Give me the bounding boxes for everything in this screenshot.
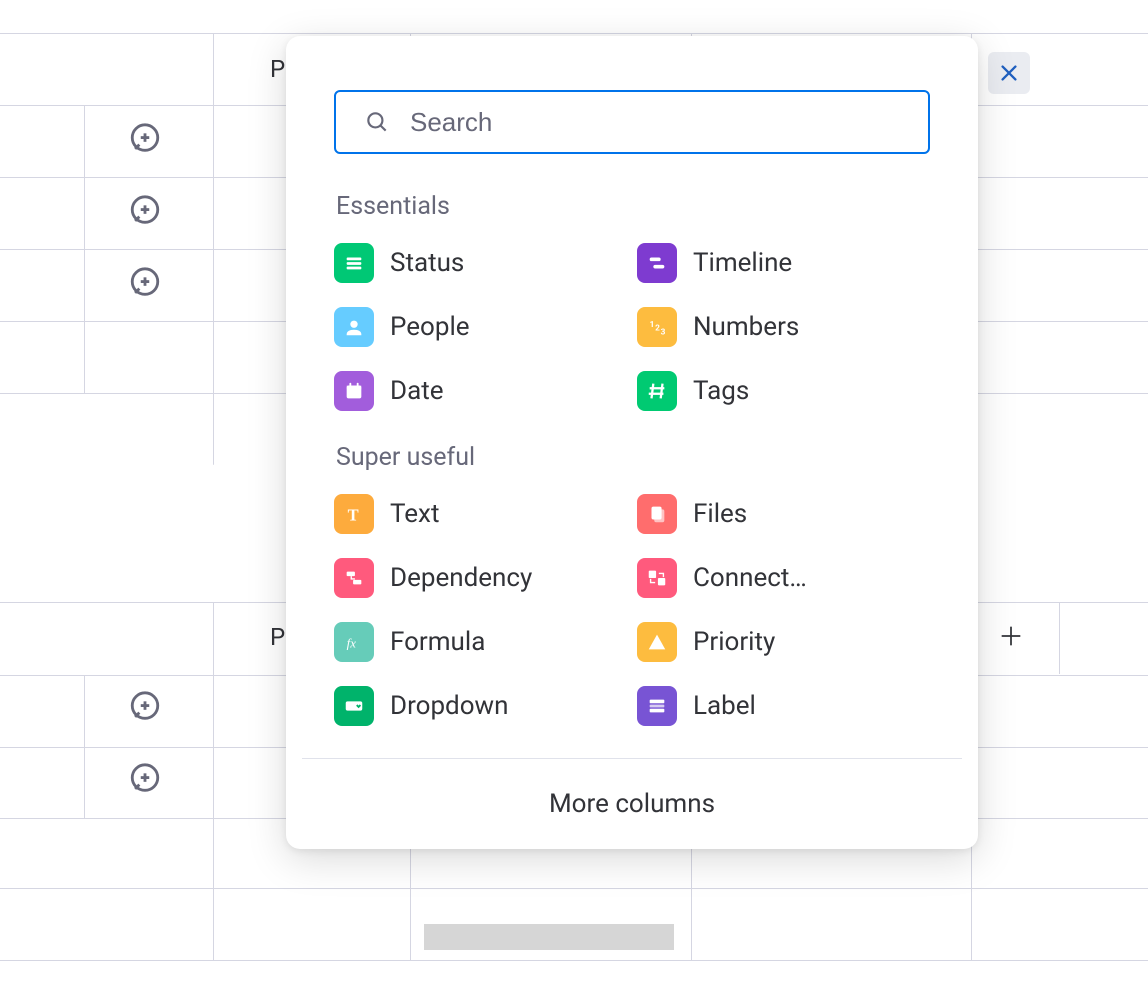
add-comment-icon[interactable] — [128, 762, 162, 796]
super-useful-grid: T Text Files Dependency Connect… fx — [334, 494, 930, 726]
column-header-behind: P — [270, 55, 285, 83]
connect-icon — [637, 558, 677, 598]
label-icon — [637, 686, 677, 726]
option-label: Text — [390, 499, 439, 529]
option-priority[interactable]: Priority — [637, 622, 930, 662]
status-icon — [334, 243, 374, 283]
svg-text:fx: fx — [347, 637, 357, 651]
option-formula[interactable]: fx Formula — [334, 622, 627, 662]
section-heading-essentials: Essentials — [334, 192, 930, 221]
search-input[interactable] — [410, 107, 900, 138]
close-button[interactable] — [988, 52, 1030, 94]
add-comment-icon[interactable] — [128, 690, 162, 724]
option-label-text: Label — [693, 691, 756, 721]
option-label: Date — [390, 376, 444, 406]
column-type-picker: Essentials Status Timeline People 123 Nu… — [286, 36, 978, 849]
cell-placeholder — [424, 924, 674, 950]
people-icon — [334, 307, 374, 347]
formula-icon: fx — [334, 622, 374, 662]
option-label[interactable]: Label — [637, 686, 930, 726]
date-icon — [334, 371, 374, 411]
add-comment-icon[interactable] — [128, 194, 162, 228]
option-label: Dropdown — [390, 691, 508, 721]
option-date[interactable]: Date — [334, 371, 627, 411]
timeline-icon — [637, 243, 677, 283]
svg-text:2: 2 — [655, 324, 660, 334]
option-dependency[interactable]: Dependency — [334, 558, 627, 598]
search-icon — [364, 109, 390, 135]
svg-text:T: T — [348, 505, 359, 524]
dropdown-icon — [334, 686, 374, 726]
search-box[interactable] — [334, 90, 930, 154]
add-comment-icon[interactable] — [128, 122, 162, 156]
option-tags[interactable]: Tags — [637, 371, 930, 411]
option-label: Files — [693, 499, 747, 529]
option-numbers[interactable]: 123 Numbers — [637, 307, 930, 347]
option-dropdown[interactable]: Dropdown — [334, 686, 627, 726]
option-people[interactable]: People — [334, 307, 627, 347]
option-label: Tags — [693, 376, 749, 406]
option-timeline[interactable]: Timeline — [637, 243, 930, 283]
option-label: Timeline — [693, 248, 792, 278]
option-files[interactable]: Files — [637, 494, 930, 534]
option-label: Connect… — [693, 563, 807, 593]
add-column-button[interactable] — [997, 620, 1025, 658]
essentials-grid: Status Timeline People 123 Numbers Date — [334, 243, 930, 411]
dependency-icon — [334, 558, 374, 598]
option-text[interactable]: T Text — [334, 494, 627, 534]
more-columns-button[interactable]: More columns — [334, 759, 930, 819]
tags-icon — [637, 371, 677, 411]
option-label: People — [390, 312, 470, 342]
option-label: Dependency — [390, 563, 532, 593]
option-label: Formula — [390, 627, 485, 657]
numbers-icon: 123 — [637, 307, 677, 347]
text-icon: T — [334, 494, 374, 534]
svg-text:3: 3 — [661, 327, 666, 337]
option-status[interactable]: Status — [334, 243, 627, 283]
svg-text:1: 1 — [650, 320, 655, 330]
priority-icon — [637, 622, 677, 662]
add-comment-icon[interactable] — [128, 266, 162, 300]
option-label: Numbers — [693, 312, 799, 342]
section-heading-super-useful: Super useful — [334, 443, 930, 472]
option-label: Priority — [693, 627, 775, 657]
option-label: Status — [390, 248, 464, 278]
column-header-behind-2: P — [270, 623, 285, 651]
option-connect[interactable]: Connect… — [637, 558, 930, 598]
files-icon — [637, 494, 677, 534]
